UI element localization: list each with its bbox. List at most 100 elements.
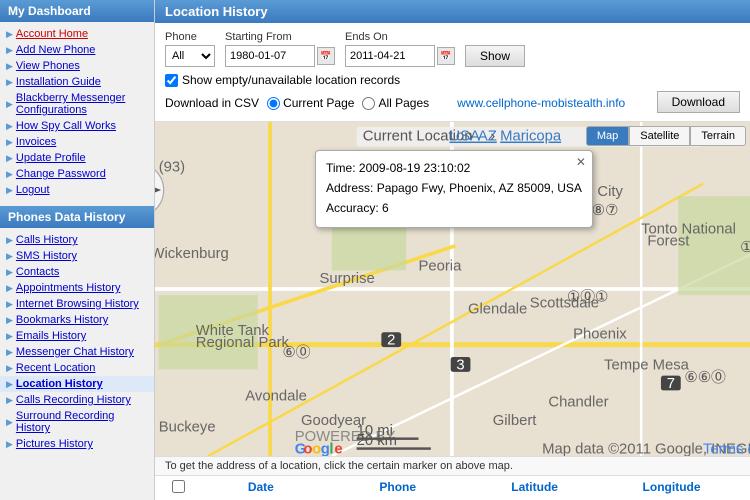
- sidebar-item-sms-history[interactable]: ▶ SMS History: [0, 248, 154, 264]
- sidebar-item-pictures[interactable]: ▶ Pictures History: [0, 436, 154, 452]
- current-page-radio[interactable]: [267, 97, 280, 110]
- sidebar-item-label: Contacts: [16, 266, 59, 278]
- svg-text:Surprise: Surprise: [320, 271, 375, 287]
- all-pages-label[interactable]: All Pages: [362, 96, 429, 110]
- svg-text:e: e: [334, 442, 342, 456]
- sidebar-item-update-profile[interactable]: ▶ Update Profile: [0, 150, 154, 166]
- calendar-icon-end[interactable]: 📅: [437, 47, 455, 65]
- arrow-icon: ▶: [6, 77, 13, 88]
- svg-text:(93): (93): [159, 159, 185, 175]
- sidebar-item-add-phone[interactable]: ▶ Add New Phone: [0, 42, 154, 58]
- all-pages-text: All Pages: [378, 96, 429, 110]
- site-link[interactable]: www.cellphone-mobistealth.info: [457, 96, 625, 110]
- starting-from-group: Starting From 📅: [225, 31, 335, 67]
- current-page-text: Current Page: [283, 96, 354, 110]
- arrow-icon: ▶: [6, 267, 13, 278]
- phones-data-section: Phones Data History ▶ Calls History ▶ SM…: [0, 206, 154, 456]
- popup-close-icon[interactable]: ✕: [576, 155, 586, 169]
- table-col-latitude[interactable]: Latitude: [466, 480, 603, 496]
- table-col-longitude[interactable]: Longitude: [603, 480, 740, 496]
- svg-text:Chandler: Chandler: [548, 395, 608, 411]
- sidebar-item-label: Messenger Chat History: [16, 346, 134, 358]
- sidebar-item-label: SMS History: [16, 250, 77, 262]
- svg-text:Tempe Mesa: Tempe Mesa: [604, 357, 690, 373]
- svg-text:Glendale: Glendale: [468, 302, 527, 318]
- sidebar-item-emails[interactable]: ▶ Emails History: [0, 328, 154, 344]
- sidebar-item-blackberry[interactable]: ▶ Blackberry Messenger Configurations: [0, 90, 154, 118]
- phones-data-header: Phones Data History: [0, 206, 154, 228]
- svg-text:›: ›: [468, 129, 473, 145]
- page-title: Location History: [155, 0, 750, 23]
- sidebar-item-invoices[interactable]: ▶ Invoices: [0, 134, 154, 150]
- all-pages-radio[interactable]: [362, 97, 375, 110]
- download-csv-label: Download in CSV: [165, 96, 259, 110]
- arrow-icon: ▶: [6, 137, 13, 148]
- sidebar-item-label: Emails History: [16, 330, 86, 342]
- svg-text:①⑧⑧: ①⑧⑧: [740, 240, 750, 256]
- arrow-icon: ▶: [6, 299, 13, 310]
- sidebar-item-account-home[interactable]: ▶ Account Home: [0, 26, 154, 42]
- calendar-icon-start[interactable]: 📅: [317, 47, 335, 65]
- sidebar-item-messenger[interactable]: ▶ Messenger Chat History: [0, 344, 154, 360]
- arrow-icon: ▶: [6, 185, 13, 196]
- sidebar-item-label: Calls Recording History: [16, 394, 131, 406]
- sidebar-item-label: Internet Browsing History: [16, 298, 139, 310]
- svg-text:Regional Park: Regional Park: [196, 335, 290, 351]
- svg-text:Maricopa: Maricopa: [500, 129, 562, 145]
- ends-on-group: Ends On 📅: [345, 31, 455, 67]
- svg-text:①⓪①: ①⓪①: [567, 288, 608, 305]
- table-select-all[interactable]: [172, 480, 185, 493]
- table-header: Date Phone Latitude Longitude: [155, 475, 750, 500]
- sidebar-item-recent-location[interactable]: ▶ Recent Location: [0, 360, 154, 376]
- sidebar-item-calls-history[interactable]: ▶ Calls History: [0, 232, 154, 248]
- sidebar-item-bookmarks[interactable]: ▶ Bookmarks History: [0, 312, 154, 328]
- starting-from-input[interactable]: [225, 45, 315, 67]
- popup-address: Address: Papago Fwy, Phoenix, AZ 85009, …: [326, 179, 582, 197]
- table-col-date[interactable]: Date: [192, 480, 329, 496]
- sidebar-item-label: Update Profile: [16, 152, 86, 164]
- current-page-label[interactable]: Current Page: [267, 96, 354, 110]
- starting-from-label: Starting From: [225, 31, 335, 43]
- my-dashboard-items: ▶ Account Home ▶ Add New Phone ▶ View Ph…: [0, 22, 154, 202]
- sidebar-item-view-phones[interactable]: ▶ View Phones: [0, 58, 154, 74]
- svg-text:7: 7: [667, 376, 675, 392]
- sidebar-item-label: Add New Phone: [16, 44, 96, 56]
- phones-data-items: ▶ Calls History ▶ SMS History ▶ Contacts…: [0, 228, 154, 456]
- sidebar-item-spy-call[interactable]: ▶ How Spy Call Works: [0, 118, 154, 134]
- sidebar-item-calls-recording[interactable]: ▶ Calls Recording History: [0, 392, 154, 408]
- ends-on-input[interactable]: [345, 45, 435, 67]
- sidebar-item-label: Logout: [16, 184, 50, 196]
- sidebar-item-location-history[interactable]: ▶ Location History: [0, 376, 154, 392]
- map-type-buttons: Map Satellite Terrain: [586, 126, 746, 146]
- show-empty-label: Show empty/unavailable location records: [182, 73, 400, 87]
- arrow-icon: ▶: [6, 251, 13, 262]
- table-col-phone[interactable]: Phone: [329, 480, 466, 496]
- svg-text:Wickenburg: Wickenburg: [155, 246, 229, 262]
- svg-text:›: ›: [490, 129, 495, 145]
- arrow-icon: ▶: [6, 331, 13, 342]
- map-btn-terrain[interactable]: Terrain: [690, 126, 746, 146]
- sidebar-item-browsing[interactable]: ▶ Internet Browsing History: [0, 296, 154, 312]
- svg-text:⑥⓪: ⑥⓪: [282, 344, 310, 361]
- sidebar-item-label: Blackberry Messenger Configurations: [16, 92, 150, 116]
- sidebar-item-contacts[interactable]: ▶ Contacts: [0, 264, 154, 280]
- sidebar-item-label: Recent Location: [16, 362, 96, 374]
- sidebar-item-surround-recording[interactable]: ▶ Surround Recording History: [0, 408, 154, 436]
- svg-text:2: 2: [387, 333, 395, 349]
- sidebar-item-appointments[interactable]: ▶ Appointments History: [0, 280, 154, 296]
- svg-text:⑥⑥⓪: ⑥⑥⓪: [684, 369, 726, 386]
- sidebar-item-change-password[interactable]: ▶ Change Password: [0, 166, 154, 182]
- map-btn-satellite[interactable]: Satellite: [629, 126, 690, 146]
- download-button[interactable]: Download: [657, 91, 740, 113]
- controls-row2: Show empty/unavailable location records: [165, 73, 740, 87]
- show-empty-checkbox[interactable]: [165, 74, 178, 87]
- sidebar-item-logout[interactable]: ▶ Logout: [0, 182, 154, 198]
- phone-select[interactable]: All: [165, 45, 215, 67]
- sidebar-item-label: Account Home: [16, 28, 88, 40]
- sidebar-item-installation-guide[interactable]: ▶ Installation Guide: [0, 74, 154, 90]
- show-button[interactable]: Show: [465, 45, 525, 67]
- controls-area: Phone All Starting From 📅 Ends On: [155, 23, 750, 122]
- map-btn-map[interactable]: Map: [586, 126, 629, 146]
- show-empty-checkbox-row: Show empty/unavailable location records: [165, 73, 400, 87]
- svg-text:Avondale: Avondale: [245, 388, 307, 404]
